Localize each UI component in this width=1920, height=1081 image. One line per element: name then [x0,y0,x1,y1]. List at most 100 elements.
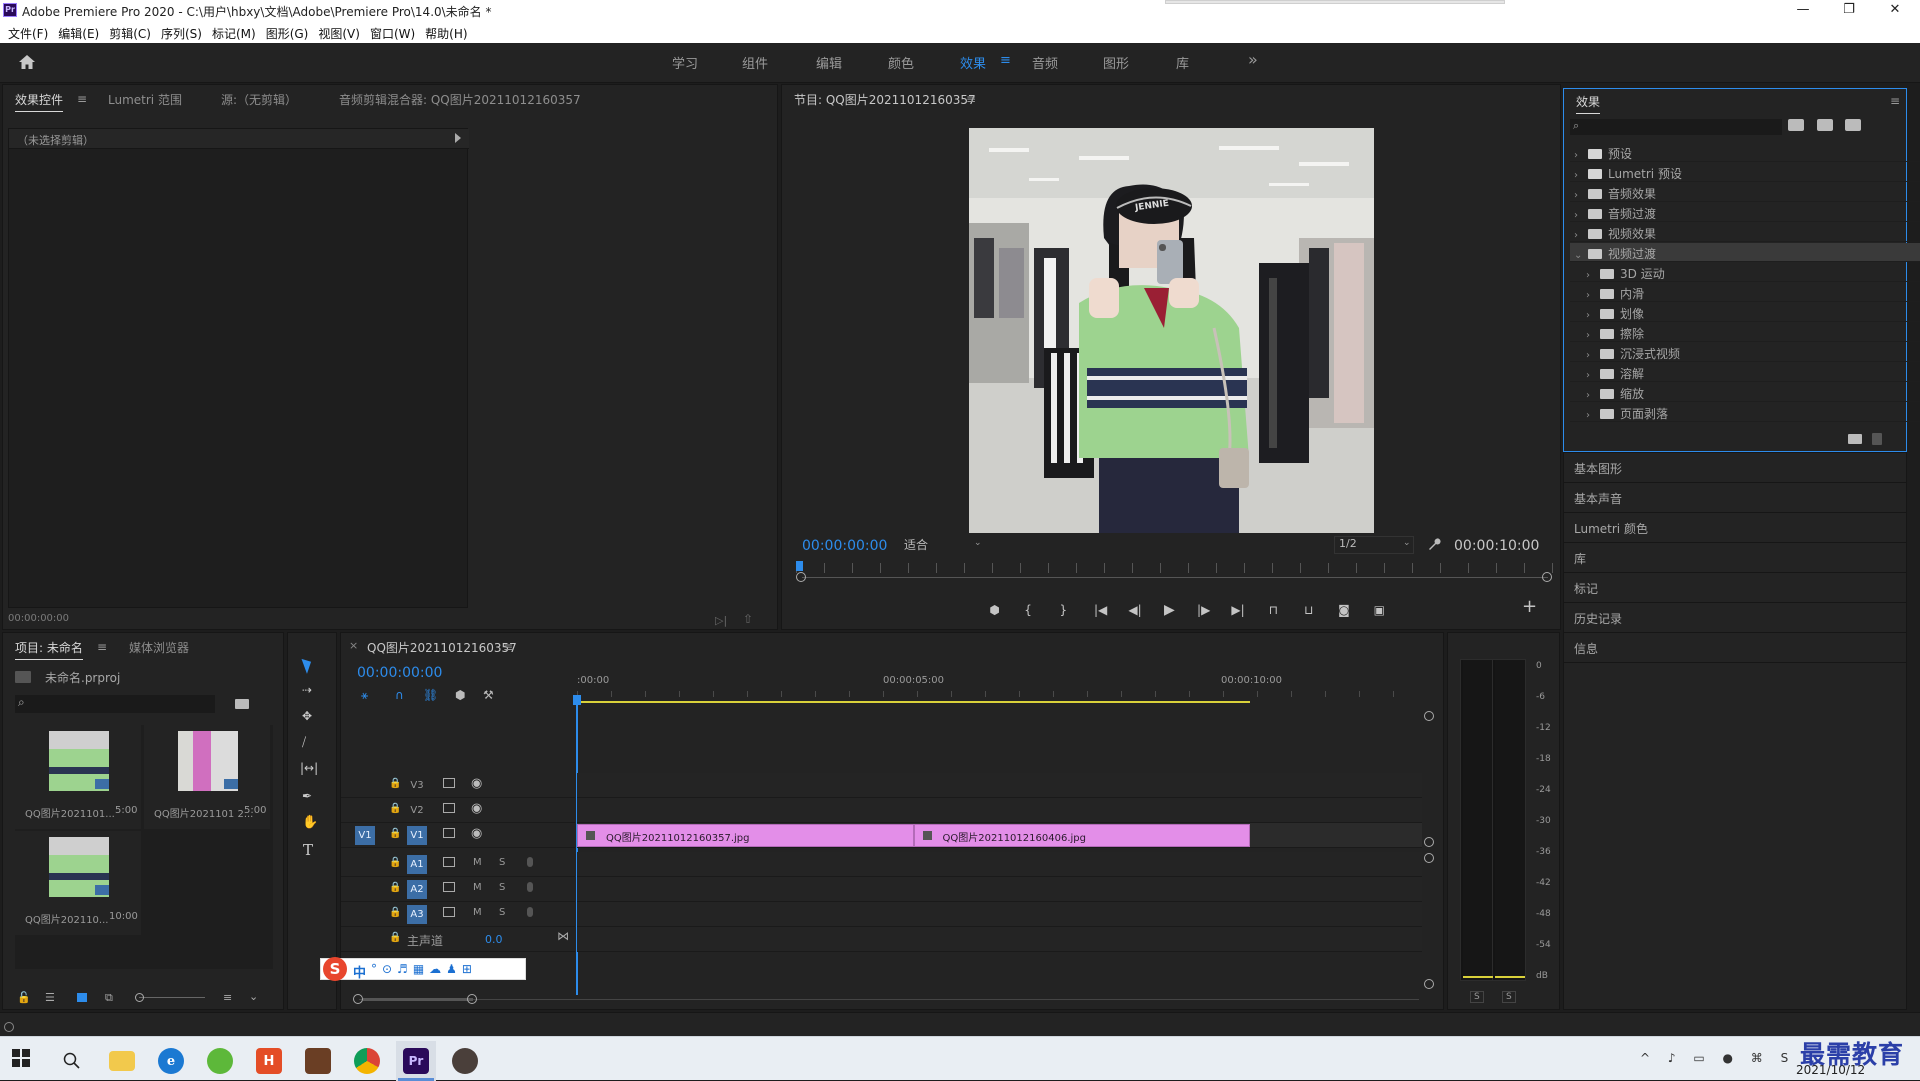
chevron-right-icon[interactable]: › [1574,230,1584,241]
track-target-button[interactable]: A2 [407,880,427,899]
menu-item[interactable]: 剪辑(C) [101,23,151,42]
lock-icon[interactable]: 🔒 [389,828,401,839]
export-frame-camera-icon[interactable]: ◙ [1326,603,1361,617]
vertical-scroll-handle[interactable] [1424,853,1434,863]
chevron-right-icon[interactable]: › [1586,350,1596,361]
chevron-down-icon[interactable]: ⌄ [1574,250,1584,261]
side-panel-tab[interactable]: 库 [1564,543,1906,573]
menu-item[interactable]: 视图(V) [310,23,360,42]
timeline-clip[interactable]: QQ图片20211012160406.jpg [913,824,1250,847]
microphone-icon[interactable] [527,882,533,892]
effects-tree-item[interactable]: › 溶解 [1570,363,1920,382]
premiere-taskbar-icon[interactable]: Pr [396,1041,436,1081]
solo-button[interactable]: S [499,907,505,918]
menu-item[interactable]: 帮助(H) [417,23,467,42]
lock-icon[interactable]: 🔒 [389,803,401,814]
track-row[interactable] [577,773,1422,798]
effects-tree-item[interactable]: › 沉浸式视频 [1570,343,1920,362]
expand-arrow-icon[interactable] [455,133,461,143]
step-back-icon[interactable]: ◀| [1118,603,1151,617]
lock-icon[interactable]: 🔒 [389,778,401,789]
project-item[interactable]: QQ图片2021101 2... 5:00 [144,725,270,829]
eye-icon[interactable]: ◉ [471,776,482,791]
pen-tool-icon[interactable]: ✒ [302,789,312,803]
effects-tree-item[interactable]: › 擦除 [1570,323,1920,342]
button-editor-plus-icon[interactable]: + [1522,596,1537,617]
mute-button[interactable]: M [473,857,482,868]
side-panel-tab[interactable]: 历史记录 [1564,603,1906,633]
chevron-right-icon[interactable]: › [1586,390,1596,401]
list-view-icon[interactable]: ☰ [45,991,55,1004]
sync-lock-icon[interactable] [443,778,455,788]
nest-icon[interactable]: ⚹ [361,688,368,703]
sync-lock-icon[interactable] [443,857,455,867]
export-frame-icon[interactable]: ⇧ [743,612,753,626]
sync-lock-icon[interactable] [443,828,455,838]
solo-button[interactable]: S [499,882,505,893]
track-target-button[interactable]: V3 [407,776,427,795]
scroll-thumb[interactable] [363,998,473,1001]
timeline-settings-icon[interactable]: ⚒ [483,688,494,702]
selection-tool-icon[interactable] [301,656,315,674]
snap-icon[interactable]: ∩ [395,688,404,702]
extract-icon[interactable]: ⊔ [1291,603,1326,617]
workspace-tab[interactable]: 效果 [960,53,986,72]
home-icon[interactable] [18,54,36,70]
lock-icon[interactable]: 🔒 [389,932,401,943]
wrench-settings-icon[interactable] [1427,537,1441,551]
zoom-slider[interactable] [139,997,205,998]
html-editor-icon[interactable]: H [249,1041,289,1081]
effects-tree-item[interactable]: › 内滑 [1570,283,1920,302]
vertical-scroll-top-handle[interactable] [1424,711,1434,721]
effects-search-input[interactable]: ⌕ [1570,119,1782,135]
effects-tree-item[interactable]: › 音频效果 [1570,183,1920,202]
play-audio-icon[interactable]: ▷| [715,614,727,627]
chevron-down-icon[interactable]: ⌄ [249,990,258,1003]
sync-lock-icon[interactable] [443,907,455,917]
track-row[interactable] [577,927,1422,952]
track-row[interactable] [577,877,1422,902]
ime-tools-icons[interactable]: °⊙♬▦☁♟⊞ [371,962,477,976]
chevron-right-icon[interactable]: › [1586,290,1596,301]
32-bit-effects-icon[interactable] [1817,119,1833,131]
menu-item[interactable]: 序列(S) [153,23,202,42]
timeline-clip[interactable]: QQ图片20211012160357.jpg [577,824,914,847]
effects-menu-icon[interactable]: ≡ [1890,94,1900,108]
scrub-in-handle[interactable] [796,572,806,582]
chevron-right-icon[interactable]: › [1574,210,1584,221]
step-forward-icon[interactable]: |▶ [1187,603,1220,617]
solo-left-button[interactable]: S [1470,991,1484,1003]
lock-icon[interactable]: 🔒 [389,882,401,893]
slip-tool-icon[interactable]: |↔| [300,761,318,775]
microphone-icon[interactable] [527,857,533,867]
icon-view-icon[interactable] [77,993,87,1002]
go-to-end-icon[interactable]: ⋈ [557,929,569,943]
effects-tree-item[interactable]: › 音频过渡 [1570,203,1920,222]
close-window-button[interactable]: ✕ [1872,0,1918,21]
workspace-tab[interactable]: 颜色 [888,53,914,72]
track-select-tool-icon[interactable]: ⇢ [302,683,312,697]
project-search-input[interactable]: ⌕ [15,695,215,713]
program-scrub-bar[interactable] [796,561,1554,585]
track-row[interactable] [577,852,1422,877]
eye-icon[interactable]: ◉ [471,801,482,816]
workspace-tab[interactable]: 编辑 [816,53,842,72]
green-app-icon[interactable] [200,1041,240,1081]
side-panel-tab[interactable]: Lumetri 颜色 [1564,513,1906,543]
track-row[interactable] [577,798,1422,823]
minimize-button[interactable]: — [1780,0,1826,21]
side-panel-tab[interactable]: 基本图形 [1564,453,1906,483]
go-to-in-icon[interactable]: |◀ [1083,603,1118,617]
lock-icon[interactable]: 🔓 [17,991,31,1004]
track-target-button[interactable]: A3 [407,905,427,924]
program-playhead-timecode[interactable]: 00:00:00:00 [802,538,887,554]
start-icon[interactable] [12,1049,30,1067]
lock-icon[interactable]: 🔒 [389,857,401,868]
menu-item[interactable]: 标记(M) [204,23,256,42]
vertical-scroll-handle[interactable] [1424,837,1434,847]
ripple-edit-tool-icon[interactable]: ✥ [302,709,312,723]
effects-tree-item[interactable]: › 3D 运动 [1570,263,1920,282]
avatar-app-icon[interactable] [445,1041,485,1081]
sync-lock-icon[interactable] [443,803,455,813]
close-sequence-icon[interactable]: × [349,639,358,652]
